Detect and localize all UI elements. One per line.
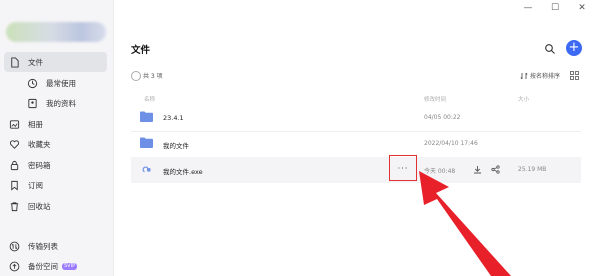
sidebar-item-label: 密码箱 [28,160,51,170]
sidebar-item-label: 我的资料 [46,98,76,108]
sidebar-item-label: 相册 [28,119,43,129]
file-modified: 04/05 00:22 [424,114,461,121]
folder-icon [140,137,153,148]
heart-icon [8,138,20,150]
sidebar-item-album[interactable]: 相册 [4,114,107,134]
document-icon [8,56,20,68]
trash-icon [8,200,20,212]
file-size: 25.19 MB [518,166,547,173]
exe-file-icon [142,166,151,173]
page-title: 文件 [131,45,151,56]
column-header-size[interactable]: 大小 [518,95,529,103]
file-modified: 今天 00:48 [424,168,456,175]
sidebar-item-label: 收藏夹 [28,139,51,149]
cloud-backup-icon [8,260,20,272]
close-button[interactable]: ✕ [570,0,594,16]
search-icon[interactable] [544,43,556,55]
sidebar-item-label: 文件 [28,57,43,67]
minimize-button[interactable]: — [516,0,540,16]
sidebar-item-transfers[interactable]: 传输列表 [4,236,107,256]
transfer-icon [8,240,20,252]
column-header-modified[interactable]: 修改时间 [424,95,446,103]
sidebar-item-label: 备份空间 [28,261,58,271]
main-panel: 文件 + 共 3 项 按名称排序 名称 修改时间 大小 23.4.1 04/05… [114,16,600,276]
item-count: 共 3 项 [143,73,163,80]
table-row[interactable]: 我的文件 2022/04/10 17:46 [131,131,581,158]
file-name: 23.4.1 [163,114,184,122]
sidebar-item-favorites[interactable]: 收藏夹 [4,134,107,154]
select-all-checkbox[interactable] [131,71,141,81]
grid-view-icon[interactable] [570,71,579,80]
share-icon[interactable] [491,165,500,174]
add-button[interactable]: + [566,40,582,56]
clock-icon [26,77,38,89]
sidebar-item-recycle-bin[interactable]: 回收站 [4,196,107,216]
sidebar-item-label: 传输列表 [28,241,58,251]
sort-button[interactable]: 按名称排序 [520,71,560,80]
sidebar-item-files[interactable]: 文件 [4,52,107,72]
table-row[interactable]: 23.4.1 04/05 00:22 [131,105,581,132]
sort-icon [520,72,528,79]
profile-card-icon [26,97,38,109]
sidebar-item-label: 订阅 [28,180,43,190]
sidebar-item-my-data[interactable]: 我的资料 [4,93,107,113]
file-name: 我的文件.exe [163,168,203,176]
column-header-name[interactable]: 名称 [144,95,155,103]
maximize-button[interactable]: ☐ [543,0,567,16]
more-options-button[interactable]: ··· [389,155,417,181]
image-icon [8,118,20,130]
vip-badge: SVIP [62,262,78,270]
sidebar-item-recent[interactable]: 最常使用 [4,73,107,93]
app-window: 文件 最常使用 我的资料 相册 收藏夹 密码箱 订阅 回收站 传输列表 备份空间… [0,0,600,276]
sort-label: 按名称排序 [530,73,561,80]
download-icon[interactable] [473,165,482,174]
file-name: 我的文件 [163,142,189,150]
lock-icon [8,159,20,171]
folder-icon [140,111,153,122]
table-row[interactable]: 我的文件.exe ··· 今天 00:48 25.19 MB [131,155,581,183]
sidebar-item-vault[interactable]: 密码箱 [4,155,107,175]
sidebar-item-label: 回收站 [28,201,51,211]
user-profile[interactable] [6,22,106,42]
title-bar: — ☐ ✕ [0,0,600,16]
sidebar-item-subscribe[interactable]: 订阅 [4,175,107,195]
sidebar: 文件 最常使用 我的资料 相册 收藏夹 密码箱 订阅 回收站 传输列表 备份空间… [0,0,114,276]
sidebar-item-backup[interactable]: 备份空间 SVIP [4,256,107,276]
sidebar-item-label: 最常使用 [46,78,76,88]
file-modified: 2022/04/10 17:46 [424,140,478,147]
bookmark-icon [8,179,20,191]
